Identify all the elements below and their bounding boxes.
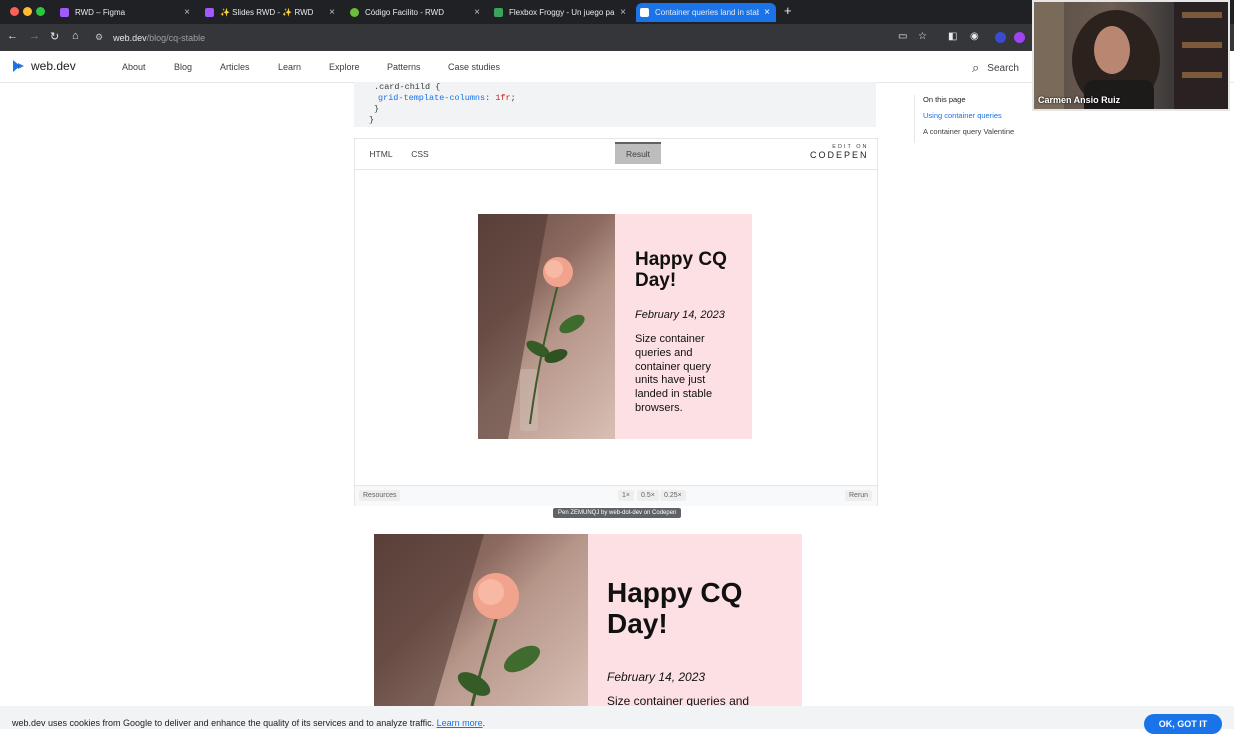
maximize-window-button[interactable] bbox=[36, 7, 45, 16]
tab-css[interactable]: CSS bbox=[403, 144, 437, 164]
rose-photo-large bbox=[374, 534, 588, 706]
browser-tab-container-queries[interactable]: Container queries land in stab × bbox=[636, 3, 776, 22]
codepen-logo: CODEPEN bbox=[810, 150, 869, 160]
close-tab-icon[interactable]: × bbox=[764, 7, 770, 18]
browser-tab-figma[interactable]: RWD – Figma × bbox=[60, 3, 190, 22]
tab-html[interactable]: HTML bbox=[361, 144, 401, 164]
close-tab-icon[interactable]: × bbox=[184, 7, 190, 18]
close-tab-icon[interactable]: × bbox=[329, 7, 335, 18]
pen-caption[interactable]: Pen ZEMUNQJ by web-dot-dev on Codepen bbox=[553, 508, 682, 518]
new-tab-button[interactable]: + bbox=[784, 3, 792, 18]
reload-icon[interactable]: ↻ bbox=[50, 30, 59, 43]
close-tab-icon[interactable]: × bbox=[620, 7, 626, 18]
site-logo[interactable]: web.dev bbox=[12, 59, 76, 73]
bookmark-star-icon[interactable]: ☆ bbox=[918, 31, 927, 42]
webcam-person bbox=[1034, 2, 1228, 109]
rose-illustration bbox=[478, 214, 585, 439]
nav-link-learn[interactable]: Learn bbox=[278, 62, 301, 72]
browser-tab-codigo-facilito[interactable]: Código Facilito - RWD × bbox=[350, 3, 480, 22]
url-host: web.dev bbox=[113, 32, 147, 43]
code-block: .card-child { grid-template-columns: 1fr… bbox=[354, 82, 876, 127]
search-button[interactable]: ⌕ Search bbox=[972, 60, 1019, 76]
nav-link-about[interactable]: About bbox=[122, 62, 146, 72]
forward-arrow-icon[interactable]: → bbox=[29, 30, 40, 42]
figma-icon bbox=[205, 8, 214, 17]
table-of-contents: On this page Using container queries A c… bbox=[914, 95, 1038, 143]
camera-extension-icon[interactable]: ◉ bbox=[970, 31, 979, 42]
nav-link-blog[interactable]: Blog bbox=[174, 62, 192, 72]
toc-heading: On this page bbox=[923, 95, 966, 104]
codepen-embed-footer: Resources 1× 0.5× 0.25× Rerun bbox=[355, 485, 877, 506]
minimize-window-button[interactable] bbox=[23, 7, 32, 16]
card-body: Size container queries and container que… bbox=[635, 333, 713, 414]
rose-photo bbox=[478, 214, 615, 439]
resources-button[interactable]: Resources bbox=[359, 490, 401, 501]
card-title-large: Happy CQ Day! bbox=[607, 577, 743, 639]
profile-avatar-icon[interactable] bbox=[995, 32, 1006, 43]
url-path: /blog/cq-stable bbox=[146, 32, 206, 43]
rerun-button[interactable]: Rerun bbox=[845, 490, 873, 501]
back-arrow-icon[interactable]: ← bbox=[7, 30, 18, 42]
extension-purple-icon[interactable] bbox=[1014, 32, 1025, 43]
zoom-1x-button[interactable]: 1× bbox=[618, 490, 634, 501]
webdev-icon bbox=[640, 8, 649, 17]
webdev-logo-icon bbox=[13, 60, 24, 72]
zoom-half-button[interactable]: 0.5× bbox=[637, 490, 659, 501]
card-body-large: Size container queries and bbox=[607, 694, 750, 706]
browser-tab-flexbox-froggy[interactable]: Flexbox Froggy - Un juego pa × bbox=[494, 3, 626, 22]
card-preview: Happy CQ Day! February 14, 2023 Size con… bbox=[478, 214, 752, 439]
toc-item-valentine[interactable]: A container query Valentine bbox=[923, 127, 1038, 136]
code-line: } bbox=[369, 115, 375, 125]
cookie-accept-button[interactable]: OK, GOT IT bbox=[1144, 714, 1222, 734]
install-app-icon[interactable]: ▭ bbox=[898, 31, 907, 42]
webcam-name-label: Carmen Ansio Ruiz bbox=[1038, 95, 1121, 105]
browser-tab-slides[interactable]: ✨ Slides RWD - ✨ RWD × bbox=[205, 3, 335, 22]
extension-icon[interactable]: ◧ bbox=[948, 31, 957, 42]
edit-on-codepen-link[interactable]: EDIT ON CODEPEN bbox=[810, 144, 869, 160]
site-settings-icon[interactable]: ⚙ bbox=[95, 32, 103, 43]
nav-link-case-studies[interactable]: Case studies bbox=[448, 62, 500, 72]
home-icon[interactable]: ⌂ bbox=[72, 30, 79, 42]
webcam-overlay: Carmen Ansio Ruiz bbox=[1032, 0, 1230, 111]
figma-icon bbox=[60, 8, 69, 17]
card-date-large: February 14, 2023 bbox=[607, 670, 706, 684]
address-bar[interactable]: ⚙ web.dev/blog/cq-stable bbox=[95, 28, 885, 47]
codepen-embed-header: HTML CSS Result EDIT ON CODEPEN bbox=[355, 139, 877, 170]
code-line: } bbox=[374, 104, 380, 114]
cookie-text: web.dev uses cookies from Google to deli… bbox=[12, 718, 486, 728]
tab-result[interactable]: Result bbox=[615, 142, 661, 164]
card-date: February 14, 2023 bbox=[635, 309, 725, 321]
card-title: Happy CQ Day! bbox=[635, 249, 727, 291]
code-line: grid-template-columns: 1fr; bbox=[378, 93, 516, 103]
nav-link-articles[interactable]: Articles bbox=[220, 62, 250, 72]
toc-item-using-container-queries[interactable]: Using container queries bbox=[923, 111, 1038, 120]
card-large: Happy CQ Day! February 14, 2023 Size con… bbox=[374, 534, 802, 706]
rose-illustration bbox=[374, 534, 541, 706]
zoom-quarter-button[interactable]: 0.25× bbox=[660, 490, 686, 501]
codigo-facilito-icon bbox=[350, 8, 359, 17]
close-window-button[interactable] bbox=[10, 7, 19, 16]
nav-link-patterns[interactable]: Patterns bbox=[387, 62, 421, 72]
cookie-banner: web.dev uses cookies from Google to deli… bbox=[0, 706, 1234, 734]
codepen-embed: HTML CSS Result EDIT ON CODEPEN Happy CQ… bbox=[354, 138, 878, 506]
close-tab-icon[interactable]: × bbox=[474, 7, 480, 18]
search-icon: ⌕ bbox=[972, 60, 980, 75]
nav-link-explore[interactable]: Explore bbox=[329, 62, 360, 72]
code-line: .card-child { bbox=[374, 82, 441, 92]
learn-more-link[interactable]: Learn more bbox=[437, 718, 483, 728]
frog-icon bbox=[494, 8, 503, 17]
